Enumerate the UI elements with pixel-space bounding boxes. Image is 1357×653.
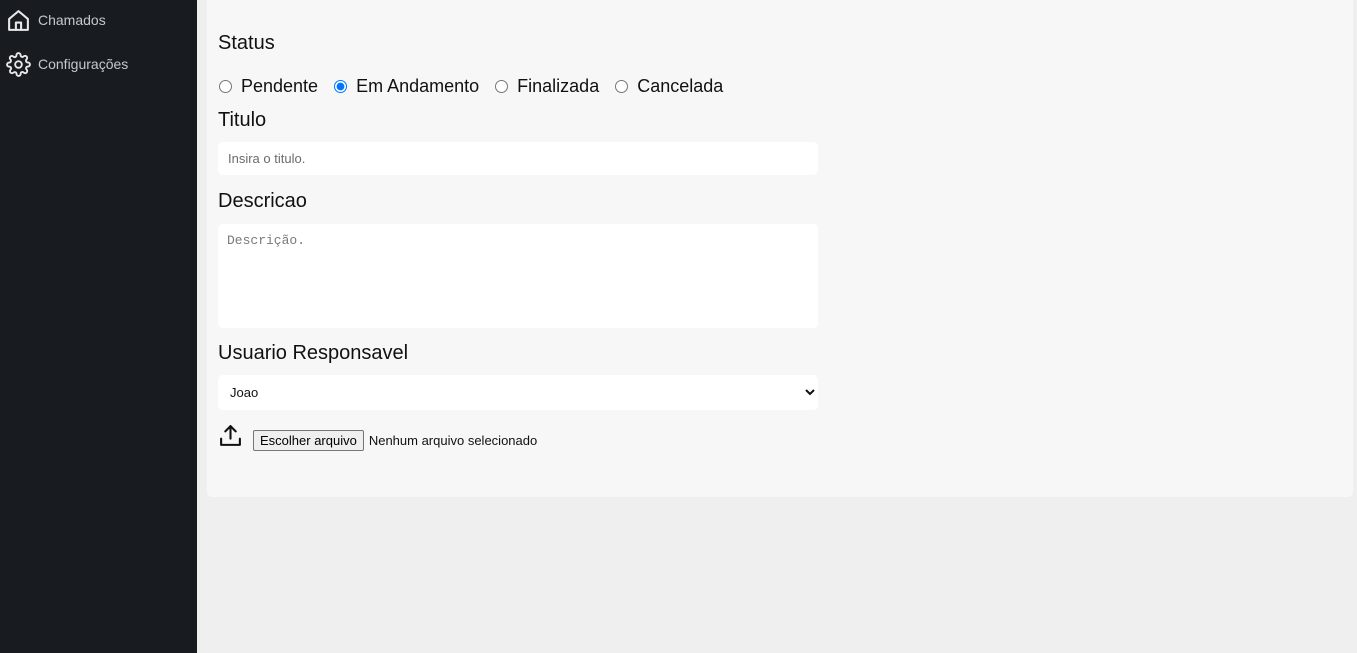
radio-label: Pendente [241, 76, 319, 96]
user-label: Usuario Responsavel [218, 342, 409, 364]
status-option-cancelada[interactable]: Cancelada [614, 76, 723, 97]
status-label: Status [218, 32, 275, 54]
status-radio-em-andamento[interactable] [334, 80, 348, 93]
ticket-form: Status Pendente Em Andamento Finalizada … [207, 0, 1353, 497]
file-upload: Escolher arquivo Nenhum arquivo selecion… [218, 424, 537, 451]
title-input[interactable] [218, 142, 818, 175]
title-label: Titulo [218, 109, 267, 131]
user-select[interactable]: Joao [218, 375, 818, 410]
status-radio-group: Pendente Em Andamento Finalizada Cancela… [218, 76, 738, 97]
choose-file-button[interactable]: Escolher arquivo [253, 430, 364, 451]
radio-label: Finalizada [517, 76, 600, 96]
status-option-em-andamento[interactable]: Em Andamento [333, 76, 479, 97]
sidebar: Chamados Configurações [0, 0, 197, 653]
file-status-text: Nenhum arquivo selecionado [368, 433, 538, 448]
home-icon [6, 8, 31, 33]
status-radio-finalizada[interactable] [495, 80, 509, 93]
upload-icon[interactable] [218, 423, 243, 448]
status-radio-pendente[interactable] [219, 80, 232, 93]
status-radio-cancelada[interactable] [615, 80, 629, 93]
sidebar-item-label: Configurações [38, 56, 129, 72]
description-textarea[interactable] [218, 224, 818, 328]
description-label: Descricao [218, 190, 307, 212]
sidebar-item-label: Chamados [38, 12, 106, 28]
status-option-finalizada[interactable]: Finalizada [494, 76, 599, 97]
gear-icon [6, 51, 31, 77]
sidebar-item-configuracoes[interactable]: Configurações [0, 46, 197, 82]
radio-label: Cancelada [637, 76, 724, 96]
sidebar-item-chamados[interactable]: Chamados [0, 2, 197, 38]
radio-label: Em Andamento [356, 76, 480, 96]
status-option-pendente[interactable]: Pendente [218, 76, 318, 97]
